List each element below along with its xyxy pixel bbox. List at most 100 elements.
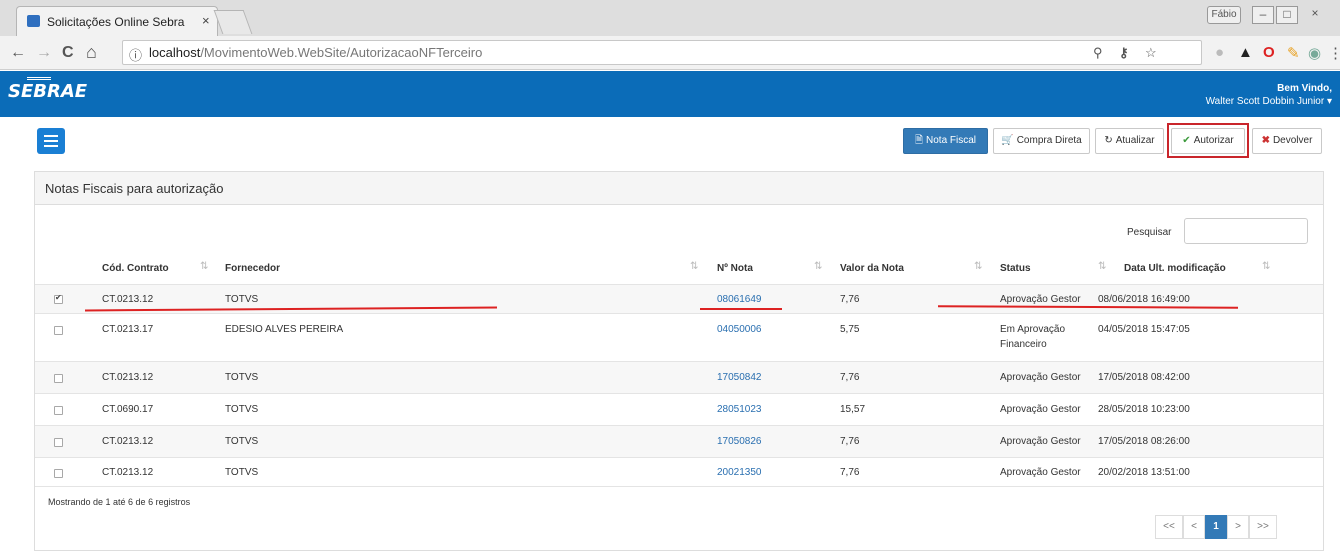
table-row[interactable]: CT.0213.17 EDESIO ALVES PEREIRA 04050006… <box>35 313 1323 361</box>
reload-icon[interactable]: C <box>62 44 74 62</box>
hamburger-line <box>44 140 58 142</box>
browser-toolbar: ← → C ⌂ ⓘ localhost/MovimentoWeb.WebSite… <box>0 36 1340 70</box>
cell-nota-link[interactable]: 17050842 <box>717 372 762 383</box>
cell-data: 28/05/2018 10:23:00 <box>1098 404 1190 415</box>
logo-mark <box>27 77 51 80</box>
sebrae-logo[interactable]: SEBRAE <box>8 81 87 102</box>
compra-direta-button[interactable]: 🛒 Compra Direta <box>993 128 1090 154</box>
forward-arrow-icon[interactable]: → <box>36 44 52 62</box>
x-icon: ✖ <box>1261 135 1270 146</box>
row-checkbox[interactable] <box>54 469 63 478</box>
cell-data: 20/02/2018 13:51:00 <box>1098 467 1190 478</box>
page-prev-button[interactable]: < <box>1183 515 1205 539</box>
rss-icon[interactable]: ▲ <box>1238 44 1253 61</box>
col-header-contrato[interactable]: Cód. Contrato <box>102 263 169 274</box>
cell-valor: 7,76 <box>840 294 860 305</box>
opera-icon[interactable]: O <box>1263 44 1275 61</box>
document-icon: 🗎 <box>914 135 924 146</box>
table-row[interactable]: CT.0213.12 TOTVS 20021350 7,76 Aprovação… <box>35 457 1323 487</box>
cell-fornecedor: TOTVS <box>225 467 259 478</box>
cell-fornecedor: TOTVS <box>225 404 259 415</box>
tab-close-icon[interactable]: × <box>202 13 210 28</box>
home-icon[interactable]: ⌂ <box>86 42 97 63</box>
cell-status: Em Aprovação <box>1000 324 1066 335</box>
tab-title: Solicitações Online Sebra <box>47 15 185 29</box>
address-bar[interactable]: ⓘ localhost/MovimentoWeb.WebSite/Autoriz… <box>122 40 1202 65</box>
bookmark-star-icon[interactable]: ☆ <box>1145 45 1157 61</box>
extension-icon[interactable]: ◉ <box>1308 44 1321 62</box>
page-last-button[interactable]: >> <box>1249 515 1277 539</box>
cell-nota-link[interactable]: 28051023 <box>717 404 762 415</box>
cell-contrato: CT.0213.12 <box>102 372 154 383</box>
cell-fornecedor: EDESIO ALVES PEREIRA <box>225 324 344 335</box>
col-header-valor[interactable]: Valor da Nota <box>840 263 904 274</box>
minimize-button[interactable]: – <box>1252 6 1274 24</box>
user-menu[interactable]: Bem Vindo, Walter Scott Dobbin Junior ▾ <box>1206 82 1332 108</box>
new-tab-button[interactable] <box>213 10 253 34</box>
key-icon[interactable]: ⚷ <box>1119 45 1129 61</box>
table-row[interactable]: CT.0690.17 TOTVS 28051023 15,57 Aprovaçã… <box>35 393 1323 425</box>
devolver-button[interactable]: ✖ Devolver <box>1252 128 1322 154</box>
compra-direta-label: Compra Direta <box>1016 135 1082 146</box>
cell-status: Aprovação Gestor <box>1000 467 1081 478</box>
cell-data: 04/05/2018 15:47:05 <box>1098 324 1190 335</box>
hamburger-line <box>44 145 58 147</box>
nota-fiscal-button[interactable]: 🗎 Nota Fiscal <box>903 128 988 154</box>
table-row[interactable]: CT.0213.12 TOTVS 17050826 7,76 Aprovação… <box>35 425 1323 457</box>
profile-button[interactable]: Fábio <box>1207 6 1241 24</box>
cell-data: 17/05/2018 08:42:00 <box>1098 372 1190 383</box>
page-next-button[interactable]: > <box>1227 515 1249 539</box>
row-checkbox[interactable] <box>54 438 63 447</box>
back-arrow-icon[interactable]: ← <box>10 44 26 62</box>
browser-menu-icon[interactable]: ⋮ <box>1328 44 1340 62</box>
cell-contrato: CT.0213.12 <box>102 294 154 305</box>
menu-toggle-button[interactable] <box>37 128 65 154</box>
hamburger-icon <box>44 135 58 137</box>
chevron-down-icon: ▾ <box>1326 96 1332 107</box>
sort-icon[interactable]: ⇅ <box>1098 261 1106 272</box>
table-row[interactable]: CT.0213.12 TOTVS 17050842 7,76 Aprovação… <box>35 361 1323 393</box>
highlighter-icon[interactable]: ✎ <box>1287 44 1300 62</box>
cell-valor: 7,76 <box>840 372 860 383</box>
sort-icon[interactable]: ⇅ <box>974 261 982 272</box>
search-input[interactable] <box>1184 218 1308 244</box>
app-header: SEBRAE Bem Vindo, Walter Scott Dobbin Ju… <box>0 71 1340 117</box>
cell-contrato: CT.0213.12 <box>102 436 154 447</box>
info-icon[interactable]: ⓘ <box>129 45 142 64</box>
cell-fornecedor: TOTVS <box>225 436 259 447</box>
col-header-fornecedor[interactable]: Fornecedor <box>225 263 280 274</box>
row-checkbox[interactable] <box>54 326 63 335</box>
cell-nota-link[interactable]: 17050826 <box>717 436 762 447</box>
sort-icon[interactable]: ⇅ <box>690 261 698 272</box>
col-header-status[interactable]: Status <box>1000 263 1031 274</box>
page-first-button[interactable]: << <box>1155 515 1183 539</box>
extension-dot-icon[interactable]: ● <box>1215 44 1224 61</box>
table-info: Mostrando de 1 até 6 de 6 registros <box>48 497 191 507</box>
col-header-nota[interactable]: Nº Nota <box>717 263 753 274</box>
browser-tab[interactable]: Solicitações Online Sebra × <box>16 6 218 36</box>
atualizar-label: Atualizar <box>1115 135 1155 146</box>
cell-contrato: CT.0690.17 <box>102 404 154 415</box>
cell-nota-link[interactable]: 08061649 <box>717 294 762 305</box>
col-header-data[interactable]: Data Ult. modificação <box>1124 263 1226 274</box>
atualizar-button[interactable]: ↻ Atualizar <box>1095 128 1164 154</box>
url-text: localhost/MovimentoWeb.WebSite/Autorizac… <box>149 45 483 60</box>
sort-icon[interactable]: ⇅ <box>814 261 822 272</box>
row-checkbox[interactable] <box>54 374 63 383</box>
window-close-button[interactable]: × <box>1304 6 1326 24</box>
row-checkbox[interactable] <box>54 293 63 304</box>
row-checkbox[interactable] <box>54 406 63 415</box>
page-current-button[interactable]: 1 <box>1205 515 1227 539</box>
sort-icon[interactable]: ⇅ <box>1262 261 1270 272</box>
sort-icon[interactable]: ⇅ <box>200 261 208 272</box>
cell-status: Aprovação Gestor <box>1000 436 1081 447</box>
cell-nota-link[interactable]: 04050006 <box>717 324 762 335</box>
zoom-icon[interactable]: ⚲ <box>1093 45 1103 61</box>
maximize-button[interactable]: □ <box>1276 6 1298 24</box>
favicon-icon <box>27 15 40 27</box>
cell-fornecedor: TOTVS <box>225 372 259 383</box>
devolver-label: Devolver <box>1272 135 1313 146</box>
cell-valor: 7,76 <box>840 467 860 478</box>
cell-nota-link[interactable]: 20021350 <box>717 467 762 478</box>
cell-contrato: CT.0213.17 <box>102 324 154 335</box>
